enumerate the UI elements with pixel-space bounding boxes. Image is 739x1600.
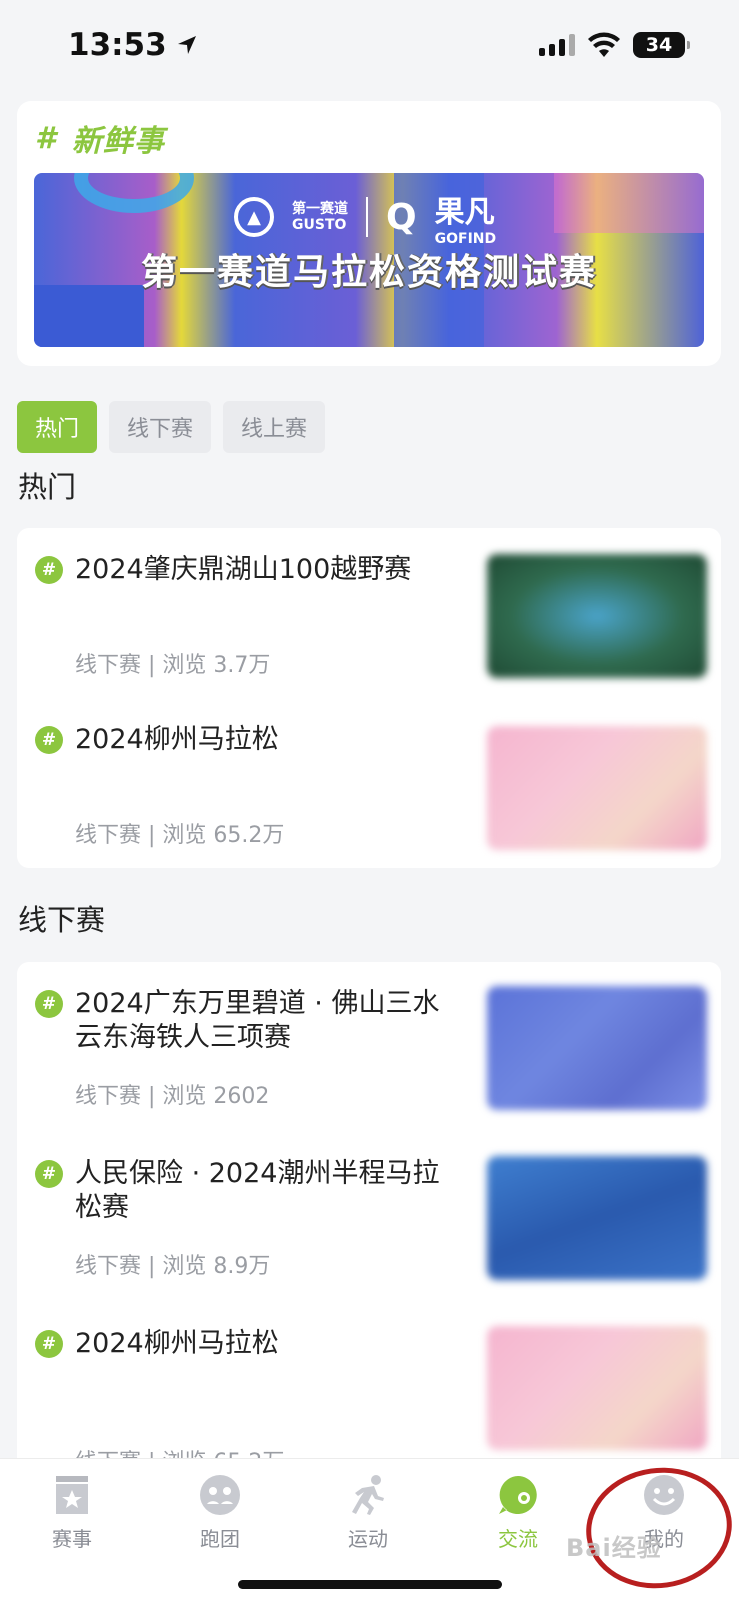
- tab-online[interactable]: 线上赛: [223, 401, 326, 453]
- location-arrow-icon: [177, 36, 196, 54]
- gofind-logo-text: 果凡 GOFIND: [434, 195, 497, 247]
- wifi-icon: [587, 32, 621, 58]
- item-meta: 线下赛 | 浏览 65.2万: [75, 1444, 284, 1458]
- banner-headline: 第一赛道马拉松资格测试赛: [140, 252, 597, 293]
- cellular-signal-icon: [539, 34, 575, 56]
- list-item[interactable]: # 2024柳州马拉松 线下赛 | 浏览 65.2万: [17, 1302, 721, 1458]
- hash-icon: #: [35, 1330, 63, 1358]
- tabbar-label: 交流: [498, 1527, 538, 1551]
- status-bar: 13:53 34: [0, 0, 739, 90]
- battery-level: 34: [645, 34, 673, 56]
- filter-tabs: 热门 线下赛 线上赛: [17, 401, 326, 453]
- tab-hot[interactable]: 热门: [17, 401, 98, 453]
- list-item[interactable]: # 2024广东万里碧道 · 佛山三水云东海铁人三项赛 线下赛 | 浏览 260…: [17, 962, 721, 1132]
- item-title: 2024肇庆鼎湖山100越野赛: [75, 554, 412, 585]
- gusto-logo-icon: ▲: [234, 197, 274, 237]
- tabbar-label: 赛事: [52, 1527, 92, 1551]
- item-thumbnail: [487, 726, 707, 850]
- item-meta: 线下赛 | 浏览 8.9万: [75, 1254, 271, 1279]
- item-title: 2024柳州马拉松: [75, 724, 279, 755]
- group-icon: [198, 1473, 242, 1517]
- item-title: 2024柳州马拉松: [75, 1328, 279, 1359]
- news-header: # 新鲜事: [35, 117, 703, 160]
- item-meta: 线下赛 | 浏览 2602: [75, 1084, 270, 1109]
- item-title: 2024广东万里碧道 · 佛山三水云东海铁人三项赛: [75, 988, 440, 1053]
- tab-offline[interactable]: 线下赛: [109, 401, 212, 453]
- watermark: Bai经验: [566, 1534, 662, 1562]
- item-meta: 线下赛 | 浏览 65.2万: [75, 823, 285, 848]
- gofind-logo-icon: Q: [386, 196, 417, 238]
- home-indicator[interactable]: [238, 1580, 502, 1589]
- hash-icon: #: [35, 120, 56, 156]
- banner-logos: ▲ 第一赛道 GUSTO Q 果凡 GOFIND: [234, 187, 496, 247]
- hash-icon: #: [35, 556, 63, 584]
- tabbar-item-chat[interactable]: 交流: [468, 1473, 568, 1552]
- list-item[interactable]: # 2024肇庆鼎湖山100越野赛 线下赛 | 浏览 3.7万: [17, 528, 721, 698]
- clock: 13:53: [68, 27, 199, 63]
- hot-list: # 2024肇庆鼎湖山100越野赛 线下赛 | 浏览 3.7万 # 2024柳州…: [17, 528, 721, 868]
- banner-decoration: [554, 173, 704, 233]
- chat-icon: [496, 1473, 540, 1517]
- item-meta: 线下赛 | 浏览 3.7万: [75, 653, 271, 678]
- hash-icon: #: [35, 990, 63, 1018]
- list-item[interactable]: # 人民保险 · 2024潮州半程马拉松赛 线下赛 | 浏览 8.9万: [17, 1132, 721, 1302]
- banner-decoration: [74, 173, 194, 213]
- tabbar-label: 运动: [348, 1527, 388, 1551]
- tabbar-label: 跑团: [200, 1527, 240, 1551]
- tabbar-item-events[interactable]: 赛事: [22, 1473, 122, 1552]
- hash-icon: #: [35, 726, 63, 754]
- item-thumbnail: [487, 986, 707, 1110]
- trophy-icon: [50, 1473, 94, 1517]
- news-card: # 新鲜事 ▲ 第一赛道 GUSTO Q 果凡 GOFIND 第一赛道马拉松资格…: [17, 101, 721, 366]
- status-indicators: 34: [539, 32, 690, 58]
- section-title-hot: 热门: [18, 470, 77, 504]
- list-item[interactable]: # 2024柳州马拉松 线下赛 | 浏览 65.2万: [17, 698, 721, 868]
- runner-icon: [346, 1473, 390, 1517]
- battery-icon: 34: [633, 32, 690, 58]
- item-thumbnail: [487, 1156, 707, 1280]
- logo-divider: [366, 197, 368, 237]
- clock-time: 13:53: [68, 27, 167, 63]
- item-thumbnail: [487, 1326, 707, 1450]
- item-title: 人民保险 · 2024潮州半程马拉松赛: [75, 1158, 440, 1223]
- section-title-offline: 线下赛: [18, 903, 106, 937]
- tabbar-item-groups[interactable]: 跑团: [170, 1473, 270, 1552]
- tabbar-item-sports[interactable]: 运动: [318, 1473, 418, 1552]
- gusto-logo-text: 第一赛道 GUSTO: [292, 201, 348, 233]
- hash-icon: #: [35, 1160, 63, 1188]
- item-thumbnail: [487, 554, 707, 678]
- news-title: 新鲜事: [71, 124, 165, 159]
- promo-banner[interactable]: ▲ 第一赛道 GUSTO Q 果凡 GOFIND 第一赛道马拉松资格测试赛: [34, 173, 704, 347]
- offline-list: # 2024广东万里碧道 · 佛山三水云东海铁人三项赛 线下赛 | 浏览 260…: [17, 962, 721, 1458]
